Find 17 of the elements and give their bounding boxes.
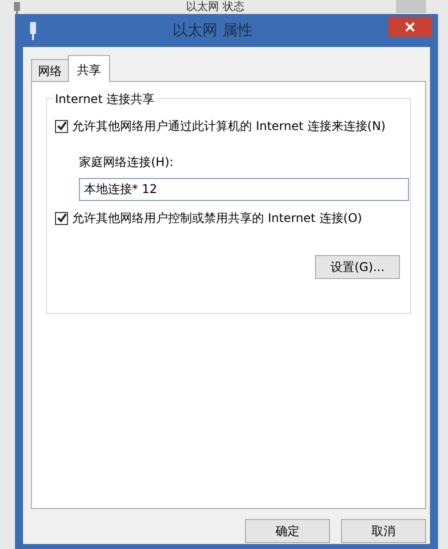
field-label: 家庭网络连接(H): xyxy=(79,154,174,171)
close-icon xyxy=(405,22,415,32)
input-field[interactable]: 本地连接* 12 xyxy=(79,178,409,201)
network-icon xyxy=(13,2,21,14)
checkbox[interactable] xyxy=(55,120,68,132)
tab[interactable]: 共享 xyxy=(68,55,110,82)
checkbox-label[interactable]: 允许其他网络用户通过此计算机的 Internet 连接来连接(N) xyxy=(72,117,386,135)
ok-button[interactable]: 确定 xyxy=(245,519,330,543)
group-title: Internet 连接共享 xyxy=(53,90,156,108)
settings-button[interactable]: 设置(G)... xyxy=(315,255,400,279)
cancel-button[interactable]: 取消 xyxy=(341,519,426,543)
tab[interactable]: 网络 xyxy=(31,59,69,81)
checkbox-label[interactable]: 允许其他网络用户控制或禁用共享的 Internet 连接(O) xyxy=(72,209,362,227)
checkbox[interactable] xyxy=(55,212,68,224)
window-title: 以太网 属性 xyxy=(172,20,252,42)
window-title: 以太网 状态 xyxy=(186,1,244,13)
network-icon xyxy=(29,22,37,40)
